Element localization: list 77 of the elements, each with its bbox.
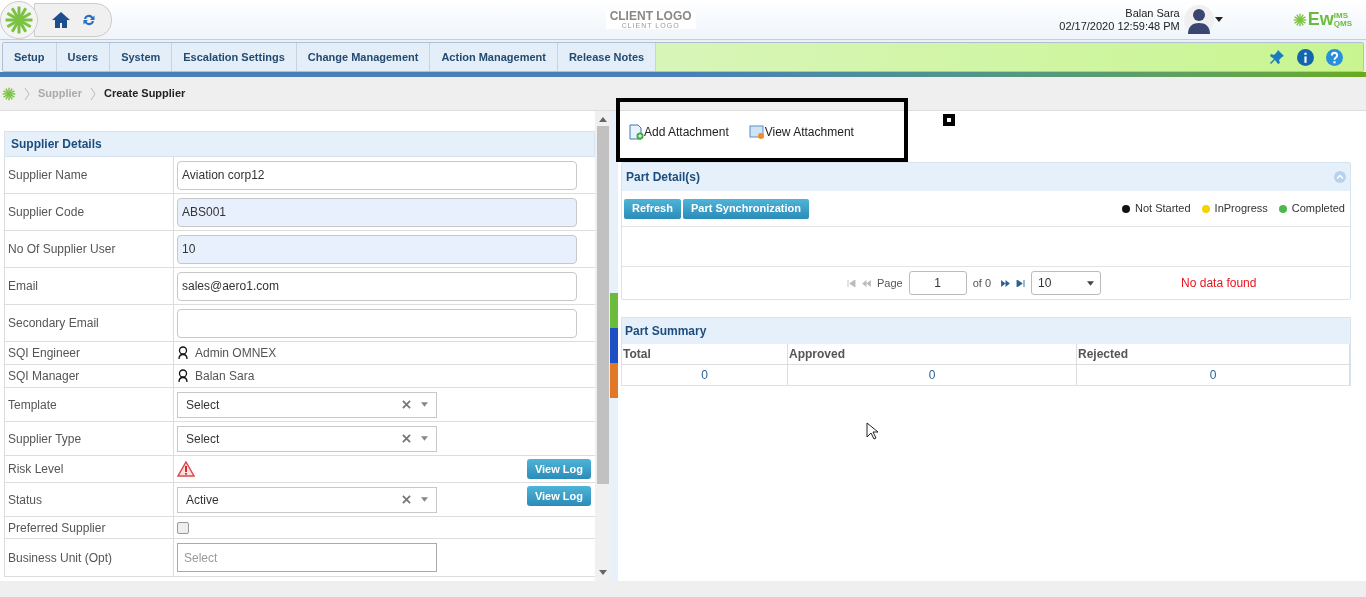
- caret-icon: [421, 497, 428, 502]
- home-icon[interactable]: [51, 10, 71, 29]
- clear-icon[interactable]: [402, 400, 411, 409]
- page-count: of 0: [972, 275, 992, 291]
- person-name: Balan Sara: [195, 368, 255, 385]
- asterisk-logo-icon: [4, 4, 34, 35]
- table-cell-text: 0: [1209, 367, 1217, 384]
- page-size-select[interactable]: 10: [1031, 271, 1102, 295]
- empty-message: No data found: [1181, 275, 1257, 292]
- page-field[interactable]: 1: [908, 271, 967, 295]
- field-label: Email: [8, 278, 38, 295]
- panel-title: Part Summary: [622, 318, 1350, 344]
- caret-icon: [1087, 280, 1095, 286]
- document-add-icon: [628, 124, 644, 140]
- select-field[interactable]: Select: [177, 391, 437, 418]
- cursor-icon: [866, 422, 878, 440]
- next-page-icon[interactable]: [1001, 279, 1011, 287]
- text-field[interactable]: Aviation corp12: [177, 160, 577, 190]
- legend-label: Completed: [1291, 201, 1345, 217]
- table-cell-text: 0: [928, 367, 936, 384]
- field-label: Supplier Code: [8, 204, 85, 221]
- chevron-icon: [90, 86, 96, 101]
- field-label: SQI Manager: [8, 368, 80, 385]
- warning-icon: [177, 461, 195, 477]
- scroll-up-icon[interactable]: [598, 117, 607, 122]
- column-header: Approved: [789, 346, 845, 363]
- field-label: Secondary Email: [8, 315, 99, 332]
- chevron-icon: [24, 86, 30, 101]
- breadcrumb-item: Create Supplier: [104, 86, 186, 102]
- select-field[interactable]: Select: [177, 425, 437, 452]
- field-label: Supplier Type: [8, 430, 82, 448]
- field-label: Preferred Supplier: [8, 519, 106, 537]
- field-label: Template: [8, 396, 57, 414]
- person-icon: [177, 369, 189, 383]
- clear-icon[interactable]: [402, 434, 411, 443]
- text-field[interactable]: 10: [177, 234, 577, 264]
- last-page-icon[interactable]: [1016, 279, 1026, 287]
- field-label: No Of Supplier User: [8, 241, 116, 258]
- column-header: Rejected: [1078, 346, 1129, 363]
- column-header: Total: [623, 346, 651, 363]
- field-label: Supplier Name: [8, 167, 88, 184]
- user-name: Balan Sara: [1125, 6, 1180, 20]
- text-field[interactable]: ABS001: [177, 197, 577, 227]
- asterisk-logo-icon: [1292, 12, 1307, 27]
- pin-icon[interactable]: [1269, 49, 1285, 65]
- field-label: Status: [8, 491, 43, 509]
- person-name: Admin OMNEX: [195, 345, 277, 362]
- info-icon[interactable]: [1297, 48, 1314, 66]
- scroll-down-icon[interactable]: [598, 570, 607, 575]
- scrollbar-thumb[interactable]: [596, 126, 609, 484]
- document-view-icon: [748, 124, 765, 140]
- page-label: Page: [877, 275, 903, 291]
- legend-label: InProgress: [1214, 201, 1268, 217]
- table-cell-text: 0: [701, 367, 708, 384]
- select-field[interactable]: Select: [177, 543, 437, 572]
- date-time: 02/17/2020 12:59:48 PM: [1059, 19, 1180, 33]
- attachment-link[interactable]: View Attachment: [748, 123, 854, 141]
- clear-icon[interactable]: [402, 495, 411, 504]
- field-label: Business Unit (Opt): [8, 549, 113, 567]
- attachment-link[interactable]: Add Attachment: [628, 123, 729, 141]
- caret-icon: [421, 402, 428, 407]
- asterisk-logo-icon: [2, 86, 16, 101]
- caret-icon: [421, 436, 428, 441]
- avatar-icon[interactable]: [1183, 3, 1214, 36]
- caret-icon[interactable]: [1214, 17, 1223, 22]
- help-icon[interactable]: [1326, 48, 1343, 66]
- select-field[interactable]: Active: [177, 486, 437, 513]
- marker-square: [943, 114, 955, 126]
- section-header: Supplier Details: [4, 131, 595, 157]
- panel-title: Part Detail(s): [626, 169, 701, 186]
- field-label: SQI Engineer: [8, 345, 81, 362]
- checkbox[interactable]: [177, 521, 189, 534]
- text-field[interactable]: [177, 308, 577, 338]
- person-icon: [177, 346, 189, 360]
- legend-label: Not Started: [1134, 201, 1191, 217]
- field-label: Risk Level: [8, 461, 64, 478]
- text-field[interactable]: sales@aero1.com: [177, 271, 577, 301]
